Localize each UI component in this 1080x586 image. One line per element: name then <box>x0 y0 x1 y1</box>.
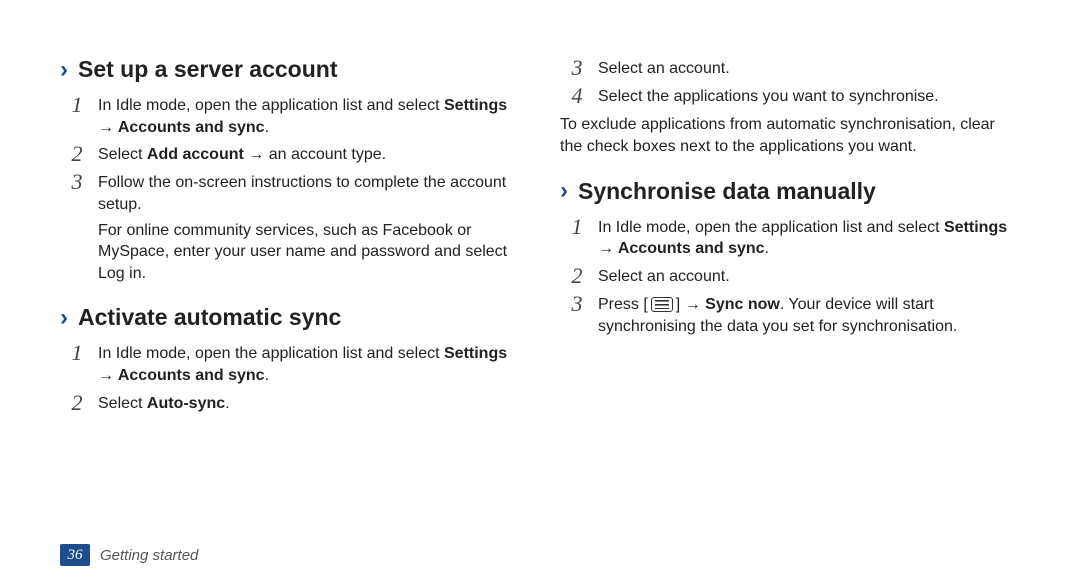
step-text: Select an account. <box>598 264 1020 288</box>
step-number: 4 <box>566 84 588 108</box>
step-text: Press [] → Sync now. Your device will st… <box>598 292 1020 337</box>
heading-auto-sync: › Activate automatic sync <box>60 304 520 331</box>
bold-text: Log in <box>98 265 142 282</box>
chevron-right-icon: › <box>560 179 568 203</box>
step-number: 1 <box>566 215 588 260</box>
heading-text: Synchronise data manually <box>578 178 876 205</box>
step-number: 1 <box>66 93 88 138</box>
text: Press [ <box>598 296 648 313</box>
step-number: 3 <box>66 170 88 215</box>
text: . <box>265 367 269 384</box>
step-3-manual: 3 Press [] → Sync now. Your device will … <box>566 292 1020 337</box>
page-number: 36 <box>60 544 90 566</box>
step-text: Select Add account → an account type. <box>98 142 520 166</box>
step-2-setup: 2 Select Add account → an account type. <box>66 142 520 166</box>
chevron-right-icon: › <box>60 306 68 330</box>
step-text: In Idle mode, open the application list … <box>598 215 1020 260</box>
step-text: Select an account. <box>598 56 1020 80</box>
right-column: 3 Select an account. 4 Select the applic… <box>560 48 1020 419</box>
exclusion-note: To exclude applications from automatic s… <box>560 114 1020 157</box>
page-footer: 36 Getting started <box>60 544 198 566</box>
text: . <box>765 240 769 257</box>
step-text: In Idle mode, open the application list … <box>98 93 520 138</box>
step-1-setup: 1 In Idle mode, open the application lis… <box>66 93 520 138</box>
step-number: 3 <box>566 56 588 80</box>
text: Follow the on-screen instructions to com… <box>98 174 506 213</box>
text: ] → <box>676 296 705 313</box>
step-text: In Idle mode, open the application list … <box>98 341 520 386</box>
step-3-setup: 3 Follow the on-screen instructions to c… <box>66 170 520 215</box>
bold-text: Auto-sync <box>147 395 225 412</box>
text: → an account type. <box>244 146 386 163</box>
step-1-auto: 1 In Idle mode, open the application lis… <box>66 341 520 386</box>
left-column: › Set up a server account 1 In Idle mode… <box>60 48 520 419</box>
text: In Idle mode, open the application list … <box>98 97 444 114</box>
step-text: Select the applications you want to sync… <box>598 84 1020 108</box>
heading-text: Activate automatic sync <box>78 304 341 331</box>
step-text: Select Auto-sync. <box>98 391 520 415</box>
step-number: 2 <box>66 391 88 415</box>
step-3-auto-cont: 3 Select an account. <box>566 56 1020 80</box>
step-text: Follow the on-screen instructions to com… <box>98 170 520 215</box>
text: In Idle mode, open the application list … <box>98 345 444 362</box>
menu-icon <box>651 297 673 312</box>
manual-page: › Set up a server account 1 In Idle mode… <box>0 0 1080 586</box>
text: For online community services, such as F… <box>98 222 507 261</box>
text: Select <box>98 146 147 163</box>
footer-section-title: Getting started <box>100 547 198 564</box>
text: . <box>265 119 269 136</box>
heading-setup-server: › Set up a server account <box>60 56 520 83</box>
bold-text: Sync now <box>705 296 780 313</box>
step-2-auto: 2 Select Auto-sync. <box>66 391 520 415</box>
text: . <box>142 265 146 282</box>
text: In Idle mode, open the application list … <box>598 219 944 236</box>
bold-text: Add account <box>147 146 244 163</box>
text: Select <box>98 395 147 412</box>
step-2-manual: 2 Select an account. <box>566 264 1020 288</box>
step-number: 1 <box>66 341 88 386</box>
text: . <box>225 395 229 412</box>
step-4-auto-cont: 4 Select the applications you want to sy… <box>566 84 1020 108</box>
step-3-note: For online community services, such as F… <box>98 220 520 285</box>
step-number: 3 <box>566 292 588 337</box>
step-number: 2 <box>66 142 88 166</box>
chevron-right-icon: › <box>60 58 68 82</box>
step-number: 2 <box>566 264 588 288</box>
two-columns: › Set up a server account 1 In Idle mode… <box>60 48 1020 419</box>
step-1-manual: 1 In Idle mode, open the application lis… <box>566 215 1020 260</box>
heading-manual-sync: › Synchronise data manually <box>560 178 1020 205</box>
heading-text: Set up a server account <box>78 56 338 83</box>
